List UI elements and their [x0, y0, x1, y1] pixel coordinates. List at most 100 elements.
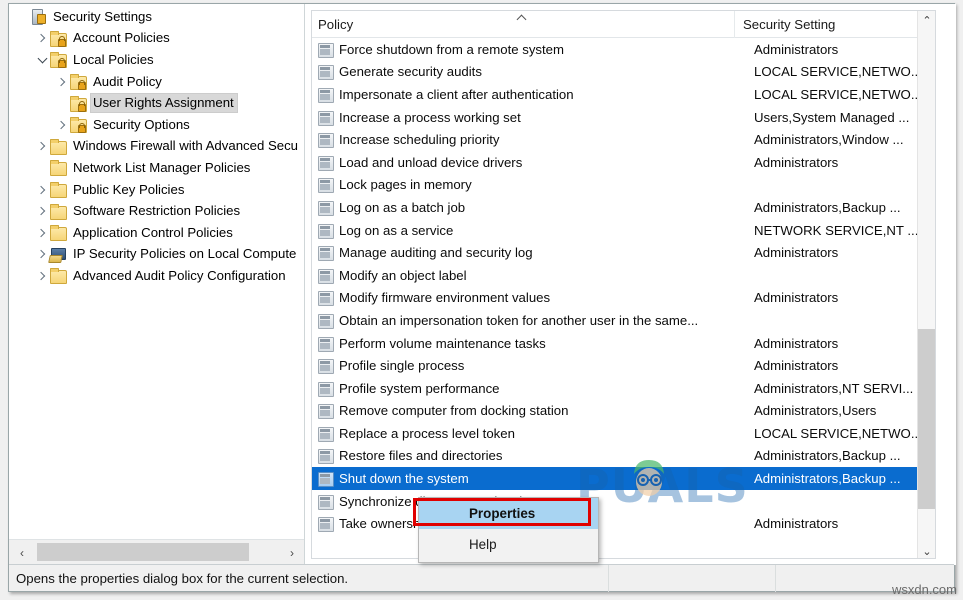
tree-item-label: Software Restriction Policies — [73, 203, 241, 219]
policy-row[interactable]: Impersonate a client after authenticatio… — [312, 83, 935, 106]
tree-hscroll-track[interactable] — [35, 540, 279, 565]
locked-folder-icon — [49, 52, 67, 69]
tree-item-security-options[interactable]: Security Options — [9, 114, 299, 136]
policy-row[interactable]: Remove computer from docking station Admi… — [312, 400, 935, 423]
policy-icon — [317, 223, 334, 239]
column-header-security-setting[interactable]: Security Setting — [735, 11, 935, 38]
policy-row[interactable]: Generate security audits LOCAL SERVICE,NE… — [312, 61, 935, 84]
policy-icon — [317, 381, 334, 397]
chevron-right-icon[interactable] — [55, 118, 69, 132]
chevron-down-icon[interactable] — [35, 53, 49, 67]
policy-security-setting: Administrators,Window ... — [754, 132, 904, 148]
chevron-right-icon[interactable] — [35, 183, 49, 197]
list-vscroll-thumb[interactable] — [918, 329, 935, 509]
chevron-none-icon — [55, 96, 69, 110]
policy-row[interactable]: Load and unload device drivers Administra… — [312, 151, 935, 174]
policy-security-setting: Administrators — [754, 41, 839, 57]
ipsec-icon — [49, 247, 67, 262]
tree-item-user-rights-assignment[interactable]: User Rights Assignment — [9, 92, 299, 114]
policy-row[interactable]: Synchronize directory service data — [312, 490, 935, 513]
policy-row[interactable]: Replace a process level token LOCAL SERVI… — [312, 422, 935, 445]
locked-folder-icon — [69, 95, 87, 112]
list-column-headers: Policy Security Setting — [312, 11, 935, 38]
tree-horizontal-scrollbar[interactable]: ‹ › — [9, 539, 304, 565]
chevron-right-icon[interactable] — [55, 75, 69, 89]
tree-item-ip-security-policies-on-local-compute[interactable]: IP Security Policies on Local Compute — [9, 244, 299, 266]
console-tree-pane[interactable]: Security Settings Account Policies Local P… — [9, 4, 305, 565]
policy-security-setting: Administrators,Backup ... — [754, 471, 901, 487]
policy-row[interactable]: Log on as a service NETWORK SERVICE,NT ..… — [312, 219, 935, 242]
policy-name: Increase a process working set — [339, 109, 521, 125]
chevron-right-icon[interactable] — [35, 226, 49, 240]
policy-row[interactable]: Take ownership of files or other objects… — [312, 512, 935, 535]
security-root-icon — [29, 9, 47, 26]
tree-item-account-policies[interactable]: Account Policies — [9, 28, 299, 50]
policy-security-setting: Administrators — [754, 154, 839, 170]
chevron-right-icon[interactable] — [35, 269, 49, 283]
tree-item-public-key-policies[interactable]: Public Key Policies — [9, 179, 299, 201]
tree-item-audit-policy[interactable]: Audit Policy — [9, 71, 299, 93]
tree-item-software-restriction-policies[interactable]: Software Restriction Policies — [9, 200, 299, 222]
policy-row[interactable]: Force shutdown from a remote system Admin… — [312, 38, 935, 61]
folder-icon — [49, 160, 67, 177]
tree-item-network-list-manager-policies[interactable]: Network List Manager Policies — [9, 157, 299, 179]
policy-name: Obtain an impersonation token for anothe… — [339, 312, 699, 328]
tree-item-advanced-audit-policy-configuration[interactable]: Advanced Audit Policy Configuration — [9, 265, 299, 287]
chevron-right-icon[interactable] — [35, 139, 49, 153]
policy-row[interactable]: Restore files and directories Administrat… — [312, 445, 935, 468]
tree-item-local-policies[interactable]: Local Policies — [9, 49, 299, 71]
tree-item-application-control-policies[interactable]: Application Control Policies — [9, 222, 299, 244]
sort-ascending-icon — [517, 13, 529, 23]
tree-item-label: Public Key Policies — [73, 181, 185, 197]
scroll-down-icon[interactable]: ⌄ — [918, 542, 935, 558]
policy-icon — [317, 290, 334, 307]
policy-row[interactable]: Profile single process Administrators — [312, 354, 935, 377]
policy-security-setting: Users,System Managed ... — [754, 109, 910, 125]
lock-badge-icon — [77, 122, 86, 134]
policy-icon — [317, 268, 334, 284]
column-header-policy-label: Policy — [318, 16, 354, 32]
policy-row[interactable]: Perform volume maintenance tasks Administ… — [312, 332, 935, 355]
policy-name: Restore files and directories — [339, 448, 503, 464]
policy-icon — [317, 155, 334, 171]
policy-row[interactable]: Profile system performance Administrators… — [312, 377, 935, 400]
policy-row[interactable]: Log on as a batch job Administrators,Back… — [312, 196, 935, 219]
tree-hscroll-thumb[interactable] — [37, 543, 249, 561]
policy-icon — [317, 64, 334, 81]
scroll-up-icon[interactable]: ⌃ — [918, 11, 935, 29]
policy-row[interactable]: Modify firmware environment values Admini… — [312, 287, 935, 310]
app-root: Security Settings Account Policies Local P… — [0, 0, 963, 600]
tree-item-label: Application Control Policies — [73, 224, 233, 240]
scroll-left-icon[interactable]: ‹ — [9, 540, 35, 565]
scroll-right-icon[interactable]: › — [279, 540, 304, 565]
policy-row[interactable]: Modify an object label — [312, 264, 935, 287]
lock-badge-icon — [57, 57, 66, 69]
policy-row[interactable]: Lock pages in memory — [312, 174, 935, 197]
column-header-policy[interactable]: Policy — [312, 11, 735, 38]
policy-icon — [317, 494, 334, 510]
status-bar: Opens the properties dialog box for the … — [9, 564, 954, 592]
context-menu-item-properties[interactable]: Properties — [419, 498, 598, 529]
policy-row[interactable]: Shut down the system Administrators,Backu… — [312, 467, 935, 490]
console-tree: Security Settings Account Policies Local P… — [9, 6, 299, 536]
policy-row[interactable]: Increase scheduling priority Administrato… — [312, 128, 935, 151]
policy-icon — [317, 132, 334, 149]
policy-name: Generate security audits — [339, 64, 482, 80]
policy-security-setting: Administrators,Users — [754, 403, 877, 419]
chevron-right-icon[interactable] — [35, 247, 49, 261]
chevron-right-icon[interactable] — [35, 204, 49, 218]
list-vertical-scrollbar[interactable]: ⌃ ⌄ — [917, 11, 935, 558]
policy-name: Profile system performance — [339, 380, 500, 396]
policy-row[interactable]: Increase a process working set Users,Syst… — [312, 106, 935, 129]
context-menu-item-help[interactable]: Help — [419, 529, 598, 560]
policy-row[interactable]: Obtain an impersonation token for anothe… — [312, 309, 935, 332]
policy-name: Remove computer from docking station — [339, 403, 569, 419]
policy-list-frame: Policy Security Setting Force shutdown f… — [311, 10, 936, 559]
context-menu[interactable]: Properties Help — [418, 497, 599, 563]
chevron-right-icon[interactable] — [35, 31, 49, 45]
policy-name: Replace a process level token — [339, 425, 515, 441]
tree-item-windows-firewall-with-advanced-secu[interactable]: Windows Firewall with Advanced Secu — [9, 136, 299, 158]
policy-row[interactable]: Manage auditing and security log Administ… — [312, 241, 935, 264]
policy-list-body[interactable]: Force shutdown from a remote system Admin… — [312, 38, 935, 558]
tree-item-security-settings[interactable]: Security Settings — [9, 6, 299, 28]
